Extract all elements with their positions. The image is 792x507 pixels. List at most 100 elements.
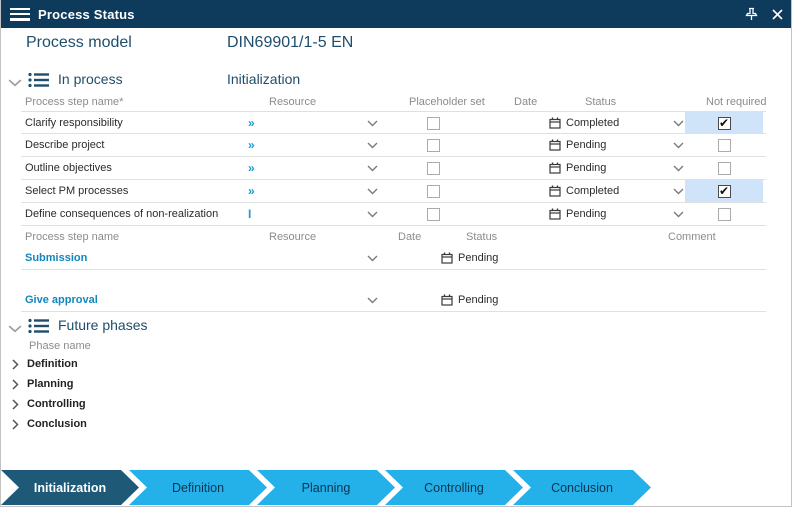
calendar-icon — [549, 117, 561, 129]
resource-dropdown[interactable] — [367, 180, 378, 202]
not-required-cell — [685, 203, 763, 225]
not-required-cell — [685, 134, 763, 156]
phase-name: Definition — [27, 358, 78, 370]
process-model-label: Process model — [26, 34, 132, 52]
col-process-step-name: Process step name* — [25, 96, 123, 108]
status-cell[interactable]: Pending — [549, 157, 606, 179]
collapse-future-phases-icon[interactable] — [8, 322, 22, 336]
phase-row: Controlling — [12, 396, 86, 412]
status-dropdown[interactable] — [673, 157, 684, 179]
col2-resource: Resource — [269, 231, 316, 243]
table-row: Give approval Pending — [21, 289, 766, 312]
resource-link[interactable]: » — [248, 180, 255, 202]
col-date: Date — [514, 96, 537, 108]
step-name: Define consequences of non-realization — [25, 203, 218, 225]
flow-step-definition[interactable]: Definition — [129, 470, 267, 505]
table-row: Clarify responsibility » Completed — [21, 111, 766, 134]
not-required-cell — [685, 112, 763, 134]
status-cell[interactable]: Completed — [549, 112, 619, 134]
process-model-value: DIN69901/1-5 EN — [227, 34, 353, 52]
expand-icon[interactable] — [12, 379, 19, 390]
calendar-icon — [549, 208, 561, 220]
pin-icon[interactable] — [741, 4, 761, 24]
status-cell[interactable]: Pending — [441, 247, 498, 269]
resource-dropdown[interactable] — [367, 203, 378, 225]
phase-name: Conclusion — [27, 418, 87, 430]
calendar-icon — [549, 139, 561, 151]
placeholder-checkbox[interactable] — [427, 162, 440, 175]
resource-link[interactable]: I — [248, 203, 251, 225]
step-name: Describe project — [25, 134, 104, 156]
placeholder-checkbox[interactable] — [427, 208, 440, 221]
status-dropdown[interactable] — [673, 203, 684, 225]
section-in-process-label: In process — [58, 71, 123, 87]
menu-icon[interactable] — [10, 8, 30, 21]
calendar-icon — [441, 252, 453, 264]
status-dropdown[interactable] — [673, 134, 684, 156]
phase-row: Planning — [12, 376, 73, 392]
collapse-in-process-icon[interactable] — [8, 76, 22, 90]
resource-dropdown[interactable] — [367, 134, 378, 156]
placeholder-checkbox[interactable] — [427, 139, 440, 152]
resource-dropdown[interactable] — [367, 157, 378, 179]
expand-icon[interactable] — [12, 399, 19, 410]
phase-name: Planning — [27, 378, 73, 390]
window-title: Process Status — [38, 7, 135, 22]
col2-comment: Comment — [668, 231, 716, 243]
col-resource: Resource — [269, 96, 316, 108]
not-required-cell — [685, 180, 763, 202]
phase-row: Conclusion — [12, 416, 87, 432]
expand-icon[interactable] — [12, 419, 19, 430]
flow-step-planning[interactable]: Planning — [257, 470, 395, 505]
flow-step-conclusion[interactable]: Conclusion — [513, 470, 651, 505]
current-phase-label: Initialization — [227, 71, 300, 87]
resource-link[interactable]: » — [248, 112, 255, 134]
calendar-icon — [549, 162, 561, 174]
step-name: Select PM processes — [25, 180, 128, 202]
step-name: Clarify responsibility — [25, 112, 123, 134]
col-not-required: Not required — [706, 96, 767, 108]
section-future-phases-label: Future phases — [58, 317, 148, 333]
col-placeholder-set: Placeholder set — [409, 96, 485, 108]
col-phase-name: Phase name — [29, 340, 91, 352]
flow-step-controlling[interactable]: Controlling — [385, 470, 523, 505]
close-icon[interactable] — [767, 4, 787, 24]
list-icon — [28, 72, 50, 88]
process-status-window: Process Status Process model DIN69901/1-… — [0, 0, 792, 507]
not-required-checkbox[interactable] — [718, 185, 731, 198]
status-cell[interactable]: Pending — [549, 134, 606, 156]
resource-link[interactable]: » — [248, 134, 255, 156]
col2-date: Date — [398, 231, 421, 243]
not-required-checkbox[interactable] — [718, 162, 731, 175]
table-row: Submission Pending — [21, 247, 766, 270]
status-dropdown[interactable] — [673, 112, 684, 134]
status-cell[interactable]: Pending — [441, 289, 498, 311]
resource-dropdown[interactable] — [367, 247, 378, 269]
expand-icon[interactable] — [12, 359, 19, 370]
col2-process-step-name: Process step name — [25, 231, 119, 243]
resource-dropdown[interactable] — [367, 112, 378, 134]
phase-name: Controlling — [27, 398, 86, 410]
approval-step-link[interactable]: Submission — [25, 247, 87, 269]
resource-link[interactable]: » — [248, 157, 255, 179]
placeholder-checkbox[interactable] — [427, 185, 440, 198]
step-name: Outline objectives — [25, 157, 112, 179]
col-status: Status — [585, 96, 616, 108]
not-required-checkbox[interactable] — [718, 139, 731, 152]
phase-row: Definition — [12, 356, 78, 372]
placeholder-checkbox[interactable] — [427, 117, 440, 130]
table-row: Describe project » Pending — [21, 134, 766, 157]
status-cell[interactable]: Pending — [549, 203, 606, 225]
approval-step-link[interactable]: Give approval — [25, 289, 98, 311]
table-row: Select PM processes » Completed — [21, 180, 766, 203]
list-icon — [28, 318, 50, 334]
status-cell[interactable]: Completed — [549, 180, 619, 202]
calendar-icon — [441, 294, 453, 306]
title-bar: Process Status — [1, 0, 792, 28]
flow-step-initialization[interactable]: Initialization — [1, 470, 139, 505]
not-required-checkbox[interactable] — [718, 208, 731, 221]
phase-flow: Initialization Definition Planning Contr… — [1, 470, 651, 505]
status-dropdown[interactable] — [673, 180, 684, 202]
resource-dropdown[interactable] — [367, 289, 378, 311]
not-required-checkbox[interactable] — [718, 117, 731, 130]
